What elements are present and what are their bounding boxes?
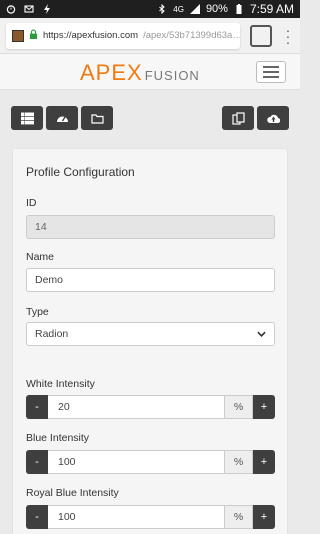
royal-blue-decrease-button[interactable]: - (26, 505, 48, 529)
dashboard-button[interactable] (46, 106, 78, 130)
tab-switcher-button[interactable] (250, 24, 272, 47)
hamburger-icon (263, 66, 279, 68)
url-path: /apex/53b71399d63a… (143, 30, 240, 41)
royal-blue-intensity-label: Royal Blue Intensity (26, 487, 119, 499)
percent-addon: % (224, 505, 253, 529)
copy-button[interactable] (222, 106, 254, 130)
bluetooth-icon (157, 3, 167, 15)
cloud-upload-icon (266, 114, 280, 123)
signal-icon (189, 4, 200, 14)
app-header: APEX FUSION (0, 54, 300, 90)
site-favicon (12, 29, 24, 42)
royal-blue-intensity-input[interactable]: 100 (48, 505, 224, 529)
hamburger-menu-button[interactable] (256, 61, 286, 83)
type-select-value: Radion (35, 328, 69, 340)
percent-addon: % (224, 450, 253, 474)
browser-menu-icon[interactable]: · · · (282, 23, 294, 49)
mail-icon (24, 4, 34, 14)
copy-icon (231, 111, 245, 125)
upload-button[interactable] (257, 106, 289, 130)
panel-title: Profile Configuration (26, 165, 135, 179)
status-bar: 4G 90% 7:59 AM (0, 0, 300, 18)
logo-main: APEX (80, 60, 143, 85)
logo-sub: FUSION (144, 68, 200, 83)
clock: 7:59 AM (249, 2, 294, 16)
folder-icon (90, 113, 104, 124)
white-intensity-input[interactable]: 20 (48, 395, 224, 419)
white-increase-button[interactable]: + (253, 395, 275, 419)
bolt-icon (42, 4, 52, 14)
percent-addon: % (224, 395, 253, 419)
name-input[interactable]: Demo (26, 268, 275, 292)
white-decrease-button[interactable]: - (26, 395, 48, 419)
id-label: ID (26, 197, 37, 209)
alarm-icon (6, 4, 16, 14)
blue-intensity-label: Blue Intensity (26, 432, 90, 444)
url-host: https://apexfusion.com (43, 30, 139, 41)
profile-configuration-panel: Profile Configuration ID 14 Name Demo Ty… (12, 148, 288, 534)
browser-toolbar: https://apexfusion.com/apex/53b71399d63a… (0, 18, 300, 54)
blue-decrease-button[interactable]: - (26, 450, 48, 474)
blue-intensity-stepper: - 100 % + (26, 450, 275, 474)
name-label: Name (26, 251, 55, 263)
lock-icon (29, 29, 38, 43)
type-label: Type (26, 306, 49, 318)
white-intensity-label: White Intensity (26, 378, 95, 390)
apex-fusion-logo[interactable]: APEX FUSION (80, 62, 200, 84)
royal-blue-intensity-stepper: - 100 % + (26, 505, 275, 529)
folder-button[interactable] (81, 106, 113, 130)
blue-intensity-input[interactable]: 100 (48, 450, 224, 474)
white-intensity-stepper: - 20 % + (26, 395, 275, 419)
id-field: 14 (26, 215, 275, 239)
address-bar[interactable]: https://apexfusion.com/apex/53b71399d63a… (6, 22, 240, 49)
type-select[interactable]: Radion (26, 322, 275, 346)
royal-blue-increase-button[interactable]: + (253, 505, 275, 529)
battery-icon (234, 4, 244, 14)
dashboard-icon (56, 116, 68, 122)
chevron-down-icon (257, 329, 266, 339)
network-type: 4G (173, 4, 184, 14)
battery-level: 90% (205, 3, 228, 15)
list-button[interactable] (11, 106, 43, 130)
blue-increase-button[interactable]: + (253, 450, 275, 474)
list-icon (20, 112, 34, 124)
